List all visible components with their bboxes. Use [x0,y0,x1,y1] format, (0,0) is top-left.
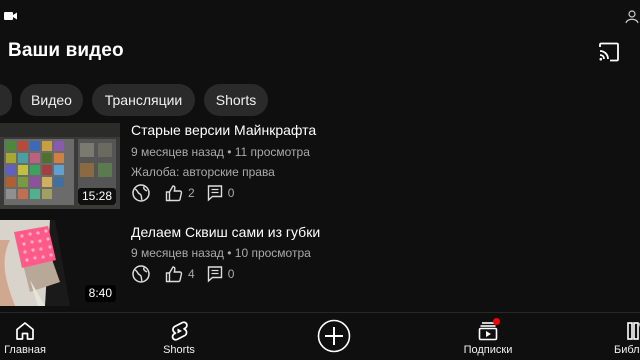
video-title[interactable]: Делаем Сквиш сами из губки [131,224,320,240]
video-meta: 9 месяцев назад • 10 просмотра [131,246,311,260]
like-count: 4 [188,267,195,281]
thumb-up-icon [165,185,183,202]
nav-subscriptions[interactable]: Подписки [453,318,523,358]
filter-chip[interactable] [0,84,12,116]
comment-count: 0 [227,186,235,200]
create-button[interactable] [299,318,369,358]
status-user-icon [625,10,639,24]
chip-live[interactable]: Трансляции [92,84,195,116]
nav-library[interactable]: Библ [604,318,640,358]
comment-icon [207,185,222,202]
nav-library-label: Библ [614,344,640,356]
video-duration: 8:40 [84,285,116,302]
thumb-up-icon [165,266,183,283]
video-camera-icon [4,12,17,20]
copyright-notice[interactable]: Жалоба: авторские права [131,165,275,179]
video-stats: 4 0 [131,264,234,284]
nav-home[interactable]: Главная [0,318,60,358]
nav-home-label: Главная [4,344,46,356]
home-icon [16,322,34,340]
nav-subscriptions-label: Подписки [463,344,513,356]
library-icon [627,322,640,340]
video-thumbnail[interactable]: 15:28 [0,123,120,209]
globe-icon [132,184,150,202]
comment-icon [207,266,222,283]
globe-icon [132,265,150,283]
nav-shorts[interactable]: Shorts [144,318,214,358]
add-circle-icon [317,319,351,353]
shorts-icon [171,321,188,341]
video-thumbnail[interactable]: 8:40 [0,220,120,306]
notification-dot [493,318,500,325]
cast-icon[interactable] [597,41,621,63]
video-duration: 15:28 [77,188,116,205]
bottom-nav-divider [0,312,640,313]
like-count: 2 [188,186,195,200]
chip-shorts[interactable]: Shorts [204,84,268,116]
chip-videos[interactable]: Видео [20,84,83,116]
page-title: Ваши видео [8,40,124,61]
comment-count: 0 [227,267,235,281]
video-meta: 9 месяцев назад • 11 просмотра [131,145,310,159]
video-title[interactable]: Старые версии Майнкрафта [131,122,316,138]
video-stats: 2 0 [131,183,234,203]
nav-shorts-label: Shorts [163,344,195,356]
